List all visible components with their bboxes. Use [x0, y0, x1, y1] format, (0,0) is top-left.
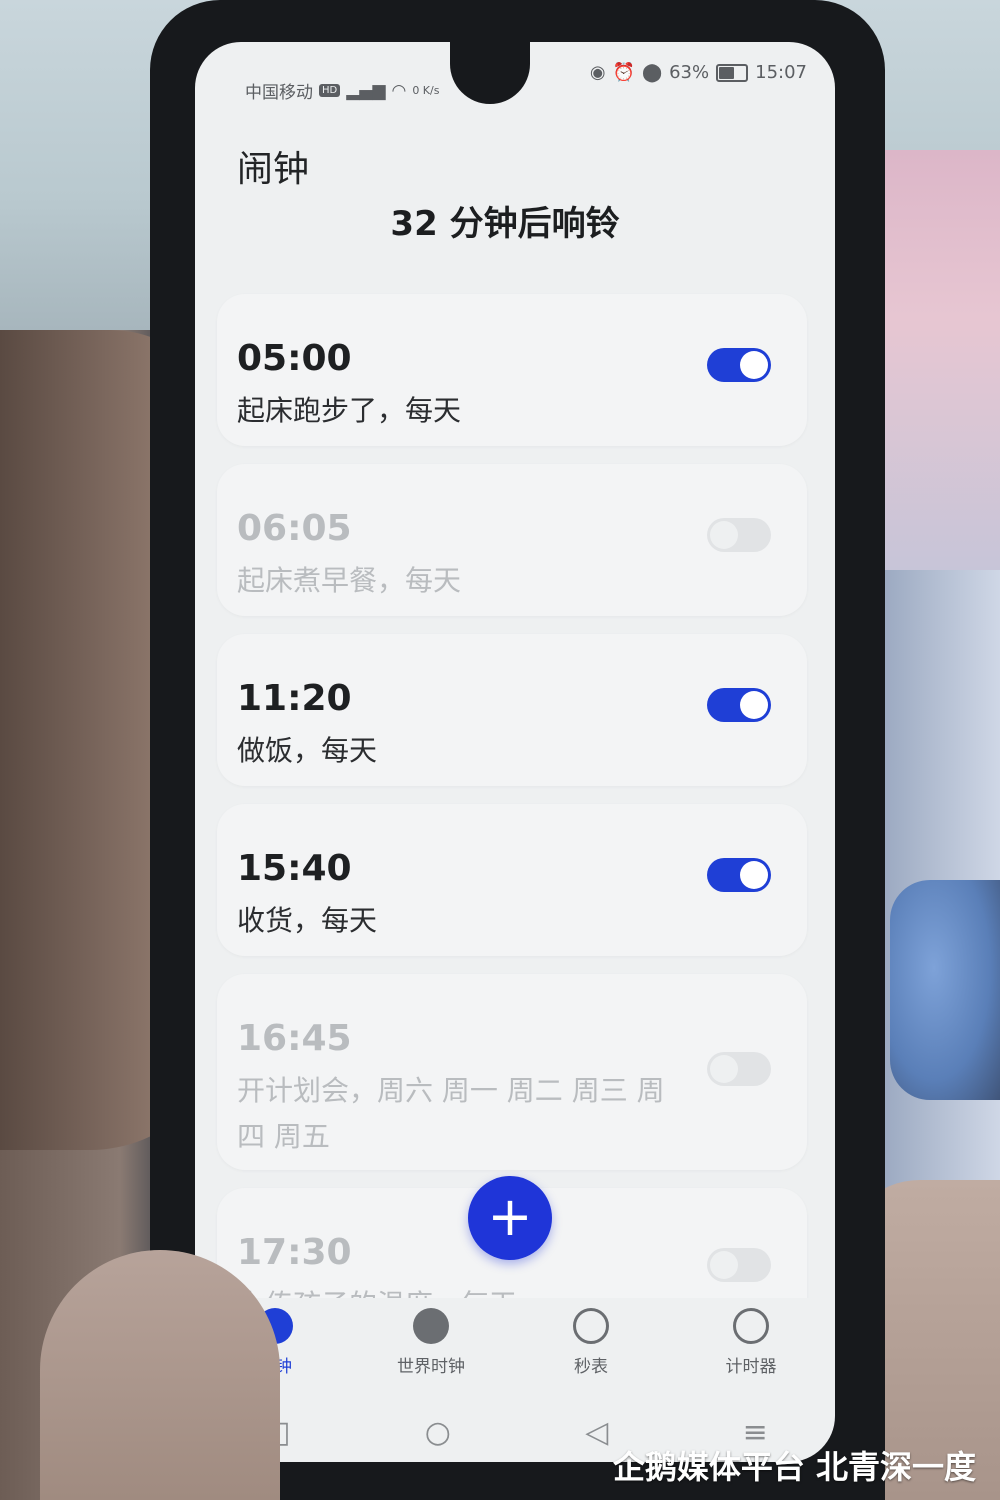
alarm-toggle[interactable]	[707, 858, 771, 892]
status-bar-left: 中国移动 HD ▂▄▆ ◠ 0 K/s	[245, 78, 440, 104]
carrier-label: 中国移动	[245, 83, 313, 103]
add-alarm-button[interactable]: +	[468, 1176, 552, 1260]
alarm-status-icon: ⏰	[612, 62, 635, 83]
alarm-label: 起床煮早餐，每天	[237, 564, 462, 597]
tab-stopwatch[interactable]: 秒表	[521, 1308, 661, 1377]
clock-time: 15:07	[755, 62, 807, 83]
battery-icon	[716, 63, 749, 82]
toggle-knob	[740, 351, 768, 379]
hd-badge: HD	[319, 84, 341, 97]
alarm-time: 16:45	[237, 1018, 352, 1059]
alarm-label: 起床跑步了，每天	[237, 394, 462, 427]
alarm-time: 17:30	[237, 1232, 352, 1273]
alarm-toggle[interactable]	[707, 688, 771, 722]
signal-icon: ▂▄▆	[346, 80, 386, 101]
tab-label: 世界时钟	[397, 1357, 465, 1377]
alarm-card[interactable]: 05:00 起床跑步了，每天	[217, 294, 807, 446]
stopwatch-icon	[573, 1308, 609, 1344]
eye-icon: ◉	[589, 62, 606, 83]
toggle-knob	[710, 1055, 738, 1083]
globe-icon	[413, 1308, 449, 1344]
wifi-icon: ◠	[391, 80, 407, 101]
alarm-time: 15:40	[237, 848, 352, 889]
alarm-time: 05:00	[237, 338, 352, 379]
toggle-knob	[710, 521, 738, 549]
tab-label: 秒表	[574, 1357, 608, 1377]
alarm-label: 做饭，每天	[237, 734, 378, 767]
alarm-card[interactable]: 16:45 开计划会，周六 周一 周二 周三 周四 周五	[217, 974, 807, 1170]
tab-label: 计时器	[725, 1357, 777, 1377]
phone-screen: 中国移动 HD ▂▄▆ ◠ 0 K/s ◉ ⏰ ⬤ 63% 15:07 闹钟 3…	[195, 42, 835, 1462]
camera-notch	[450, 42, 530, 104]
plus-icon: +	[487, 1185, 533, 1248]
status-bar-right: ◉ ⏰ ⬤ 63% 15:07	[590, 62, 807, 83]
alarm-label: 收货，每天	[237, 904, 378, 937]
page-title: 闹钟	[237, 149, 310, 190]
alarm-toggle[interactable]	[707, 1052, 771, 1086]
toggle-knob	[740, 861, 768, 889]
alarm-card[interactable]: 11:20 做饭，每天	[217, 634, 807, 786]
next-alarm-countdown: 32 分钟后响铃	[390, 204, 620, 244]
alarm-card[interactable]: 06:05 起床煮早餐，每天	[217, 464, 807, 616]
toggle-knob	[710, 1251, 738, 1279]
battery-percent: 63%	[669, 62, 710, 83]
tab-timer[interactable]: 计时器	[681, 1308, 821, 1377]
home-button[interactable]: ○	[425, 1415, 451, 1450]
alarm-time: 06:05	[237, 508, 352, 549]
location-icon: ⬤	[641, 62, 663, 83]
background-object	[890, 880, 1000, 1100]
back-button[interactable]: ◁	[585, 1415, 608, 1450]
alarm-card[interactable]: 15:40 收货，每天	[217, 804, 807, 956]
bottom-nav: 闹钟 世界时钟 秒表 计时器	[195, 1298, 835, 1408]
left-thumb	[40, 1250, 280, 1500]
network-speed: 0 K/s	[412, 84, 440, 97]
tab-world-clock[interactable]: 世界时钟	[361, 1308, 501, 1377]
toggle-knob	[740, 691, 768, 719]
timer-icon	[733, 1308, 769, 1344]
alarm-label: 开计划会，周六 周一 周二 周三 周四 周五	[237, 1074, 665, 1153]
watermark: 企鹅媒体平台 北青深一度	[612, 1448, 976, 1486]
alarm-time: 11:20	[237, 678, 352, 719]
alarm-toggle[interactable]	[707, 1248, 771, 1282]
alarm-toggle[interactable]	[707, 518, 771, 552]
alarm-toggle[interactable]	[707, 348, 771, 382]
